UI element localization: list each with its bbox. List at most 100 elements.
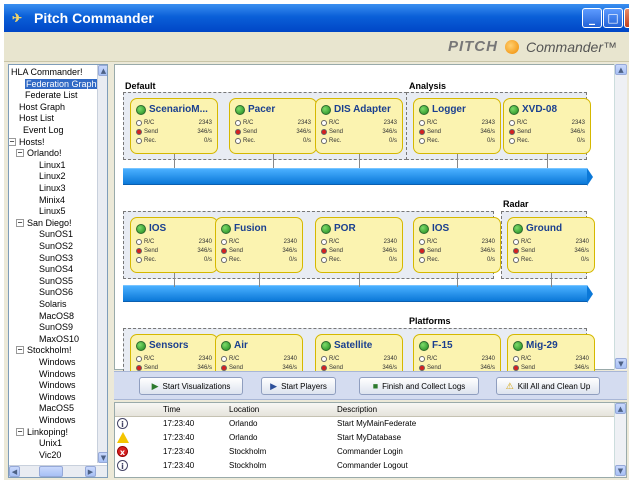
federate-card[interactable]: ScenarioM... R/C 2343 Send 346/s Rec. 0/s xyxy=(130,98,218,154)
tree-expander-icon[interactable]: − xyxy=(16,149,24,158)
stat-value: 346/s xyxy=(197,248,212,254)
tree-item[interactable]: SunOS3 xyxy=(39,253,73,263)
tree-expander-icon[interactable]: − xyxy=(16,427,24,436)
scroll-right-icon[interactable]: ▶ xyxy=(85,466,96,477)
bus-connector xyxy=(547,154,548,168)
tree-item[interactable]: SunOS5 xyxy=(39,276,73,286)
status-icon xyxy=(321,341,331,351)
tree-item[interactable]: SunOS9 xyxy=(39,322,73,332)
stat-label: Rec. xyxy=(144,257,157,263)
graph-vertical-scrollbar[interactable]: ▲ ▼ xyxy=(614,64,627,370)
federate-card[interactable]: Fusion R/C 2340 Send 346/s Rec. 0/s xyxy=(215,217,303,273)
stat-value: 2343 xyxy=(297,120,311,126)
tree-item[interactable]: Windows xyxy=(39,357,76,367)
stat-label: Rec. xyxy=(329,257,342,263)
tree-item[interactable]: Linux3 xyxy=(39,183,66,193)
tree-expander-icon[interactable]: − xyxy=(16,218,24,227)
scroll-thumb[interactable] xyxy=(39,466,63,477)
tree-item[interactable]: Solaris xyxy=(39,299,67,309)
federate-card[interactable]: Logger R/C 2343 Send 346/s Rec. 0/s xyxy=(413,98,501,154)
federate-stat-rc: R/C 2340 xyxy=(419,239,495,245)
scroll-left-icon[interactable]: ◀ xyxy=(9,466,20,477)
maximize-button[interactable]: □ xyxy=(603,8,623,28)
tree-item[interactable]: Windows xyxy=(39,392,76,402)
start-visualizations-button[interactable]: ▶ Start Visualizations xyxy=(139,377,243,395)
log-row[interactable]: i 17:23:40 Orlando Start MyMainFederate xyxy=(115,418,614,430)
tree-item[interactable]: Windows xyxy=(39,380,76,390)
tree-item[interactable]: Linux2 xyxy=(39,171,66,181)
tree-vertical-scrollbar[interactable]: ▲ ▼ xyxy=(97,65,107,463)
stat-value: 2343 xyxy=(198,120,212,126)
federate-card[interactable]: IOS R/C 2340 Send 346/s Rec. 0/s xyxy=(130,217,218,273)
scroll-up-icon[interactable]: ▲ xyxy=(615,403,626,414)
tree-item[interactable]: Stockholm! xyxy=(27,345,72,355)
start-visualizations-label: Start Visualizations xyxy=(162,381,231,391)
tree-item[interactable]: MacOS5 xyxy=(39,403,74,413)
tree-item[interactable]: Windows xyxy=(39,415,76,425)
tree-item[interactable]: Orlando! xyxy=(27,148,62,158)
tree-item[interactable]: Minix4 xyxy=(39,195,65,205)
log-vertical-scrollbar[interactable]: ▲ ▼ xyxy=(614,403,626,477)
finish-collect-logs-button[interactable]: ■ Finish and Collect Logs xyxy=(359,377,479,395)
tree-item[interactable]: Federation Graph xyxy=(25,78,98,89)
stat-icon xyxy=(136,356,142,362)
log-row[interactable]: i 17:23:40 Stockholm Commander Logout xyxy=(115,460,614,472)
start-players-button[interactable]: ▶ Start Players xyxy=(261,377,336,395)
tree-item[interactable]: Host Graph xyxy=(19,102,65,112)
stat-label: Rec. xyxy=(329,138,342,144)
tree-item[interactable]: Host List xyxy=(19,113,54,123)
column-description[interactable]: Description xyxy=(337,405,377,414)
kill-clean-up-button[interactable]: ⚠ Kill All and Clean Up xyxy=(496,377,600,395)
tree-item[interactable]: Federate List xyxy=(25,90,78,100)
federate-card[interactable]: Pacer R/C 2343 Send 346/s Rec. 0/s xyxy=(229,98,317,154)
federate-card[interactable]: Ground R/C 2340 Send 346/s Rec. 0/s xyxy=(507,217,595,273)
tree-item[interactable]: San Diego! xyxy=(27,218,72,228)
federate-name: Fusion xyxy=(234,223,267,234)
federate-card[interactable]: DIS Adapter R/C 2343 Send 346/s Rec. 0/s xyxy=(315,98,403,154)
log-row[interactable]: 17:23:40 Orlando Start MyDatabase xyxy=(115,432,614,444)
column-location[interactable]: Location xyxy=(229,405,259,414)
stat-icon xyxy=(321,120,327,126)
scroll-down-icon[interactable]: ▼ xyxy=(615,465,626,476)
tree-item[interactable]: Windows xyxy=(39,369,76,379)
title-bar[interactable]: ✈ Pitch Commander _ □ xyxy=(4,4,629,32)
log-location: Orlando xyxy=(229,433,258,442)
tree-item[interactable]: SunOS1 xyxy=(39,229,73,239)
scroll-down-icon[interactable]: ▼ xyxy=(615,358,627,369)
tree-item[interactable]: Linux1 xyxy=(39,160,66,170)
tree-expander-icon[interactable]: − xyxy=(16,346,24,355)
federate-card[interactable]: XVD-08 R/C 2343 Send 346/s Rec. 0/s xyxy=(503,98,591,154)
tree-item[interactable]: HLA Commander! xyxy=(11,67,83,77)
tree-item[interactable]: Vic20 xyxy=(39,450,61,460)
tree-item[interactable]: MaxOS10 xyxy=(39,334,79,344)
log-time: 17:23:40 xyxy=(163,461,195,470)
tree-expander-icon[interactable]: − xyxy=(9,137,16,146)
log-row[interactable]: x 17:23:40 Stockholm Commander Login xyxy=(115,446,614,458)
stat-label: R/C xyxy=(229,356,240,362)
stat-label: R/C xyxy=(521,239,532,245)
tree-item[interactable]: SunOS6 xyxy=(39,287,73,297)
minimize-button[interactable]: _ xyxy=(582,8,602,28)
stat-value: 346/s xyxy=(480,248,495,254)
tree-item[interactable]: SunOS4 xyxy=(39,264,73,274)
stat-icon xyxy=(221,257,227,263)
federate-card[interactable]: POR R/C 2340 Send 346/s Rec. 0/s xyxy=(315,217,403,273)
tree-item[interactable]: Event Log xyxy=(23,125,64,135)
scroll-up-icon[interactable]: ▲ xyxy=(615,64,627,75)
stat-icon xyxy=(321,356,327,362)
column-time[interactable]: Time xyxy=(163,405,180,414)
tree-item[interactable]: Linux5 xyxy=(39,206,66,216)
close-button[interactable] xyxy=(624,8,629,28)
tree-horizontal-scrollbar[interactable]: ◀ ▶ xyxy=(9,465,107,477)
tree-item[interactable]: Hosts! xyxy=(19,137,45,147)
scroll-up-icon[interactable]: ▲ xyxy=(98,65,107,76)
scroll-down-icon[interactable]: ▼ xyxy=(98,452,107,463)
tree-item[interactable]: MacOS8 xyxy=(39,311,74,321)
tree-item[interactable]: Unix1 xyxy=(39,438,62,448)
bus-connector xyxy=(457,154,458,168)
tree-item[interactable]: SunOS2 xyxy=(39,241,73,251)
federate-card[interactable]: IOS R/C 2340 Send 346/s Rec. 0/s xyxy=(413,217,501,273)
tree-item[interactable]: Linkoping! xyxy=(27,427,68,437)
stat-label: R/C xyxy=(243,120,254,126)
federate-stat-send: Send 346/s xyxy=(321,129,397,135)
